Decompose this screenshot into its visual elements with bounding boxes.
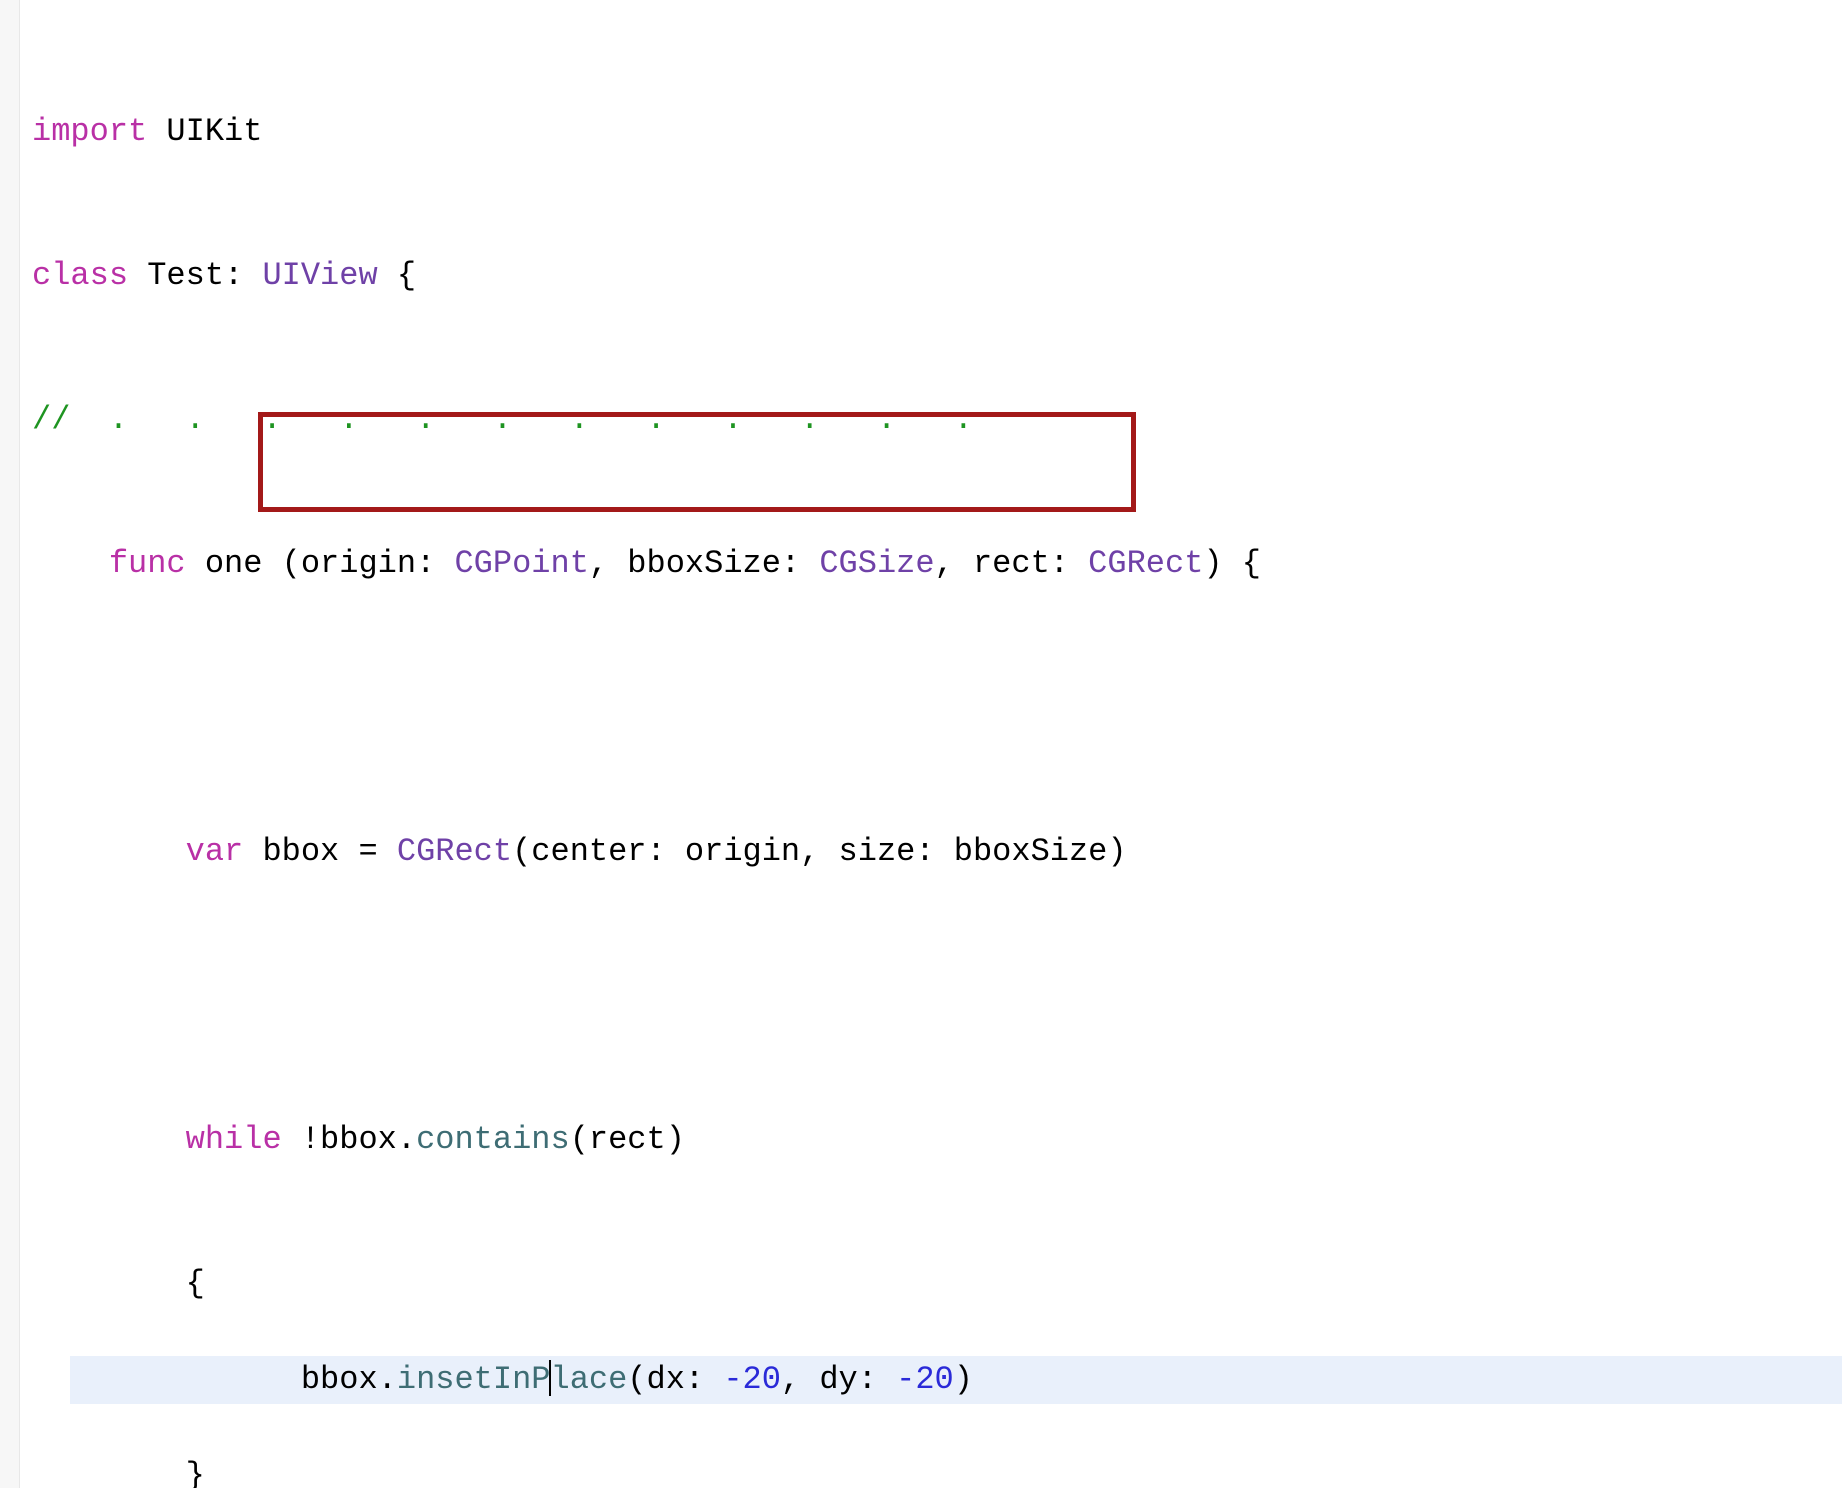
code-line[interactable]: import UIKit [32, 108, 1842, 156]
code-line[interactable] [32, 972, 1842, 1020]
code-line[interactable]: class Test: UIView { [32, 252, 1842, 300]
keyword-class: class [32, 257, 128, 294]
code-line[interactable]: } [32, 1452, 1842, 1488]
code-line[interactable]: while !bbox.contains(rect) [32, 1116, 1842, 1164]
supertype: UIView [262, 257, 377, 294]
type-cgsize: CGSize [819, 545, 934, 582]
editor-gutter [0, 0, 20, 1488]
type-cgpoint: CGPoint [454, 545, 588, 582]
code-line[interactable] [32, 684, 1842, 732]
member-insetinplace: insetInP [397, 1361, 551, 1398]
module-name: UIKit [166, 113, 262, 150]
keyword-func: func [109, 545, 186, 582]
type-cgrect-init: CGRect [397, 833, 512, 870]
code-line[interactable]: var bbox = CGRect(center: origin, size: … [32, 828, 1842, 876]
code-line-highlighted[interactable]: bbox.insetInPlace(dx: -20, dy: -20) [70, 1356, 1842, 1404]
code-editor[interactable]: import UIKit class Test: UIView { // . .… [32, 12, 1842, 1488]
number-literal: -20 [896, 1361, 954, 1398]
comment: // . . . . . . . . . . . . [32, 401, 973, 438]
code-line[interactable]: // . . . . . . . . . . . . [32, 396, 1842, 444]
type-cgrect: CGRect [1088, 545, 1203, 582]
keyword-var: var [186, 833, 244, 870]
keyword-import: import [32, 113, 147, 150]
member-contains: contains [416, 1121, 570, 1158]
number-literal: -20 [723, 1361, 781, 1398]
class-name: Test [147, 257, 224, 294]
code-line[interactable]: { [32, 1260, 1842, 1308]
code-line[interactable]: func one (origin: CGPoint, bboxSize: CGS… [32, 540, 1842, 588]
keyword-while: while [186, 1121, 282, 1158]
text-cursor [549, 1360, 551, 1396]
